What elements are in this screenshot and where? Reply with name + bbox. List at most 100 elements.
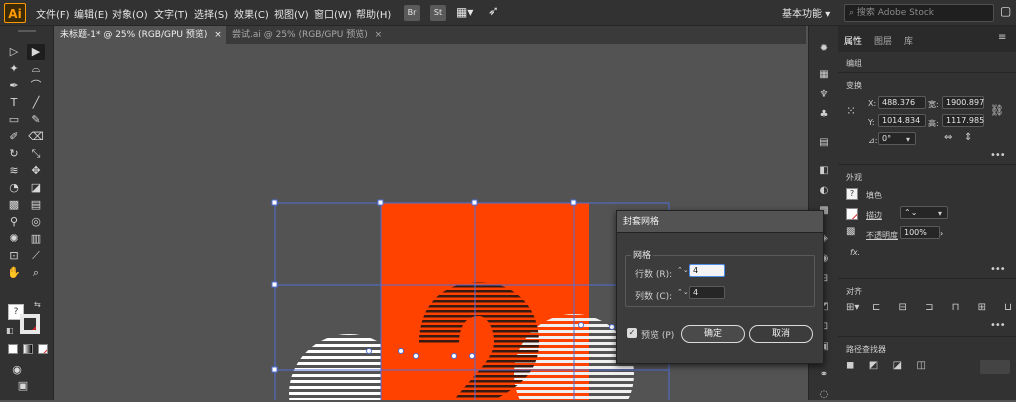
rotate-field[interactable]: 0° xyxy=(878,132,916,145)
gradient-icon[interactable] xyxy=(23,344,33,354)
opacity-label[interactable]: 不透明度 xyxy=(866,230,898,241)
draw-normal-icon[interactable]: ◉ xyxy=(8,362,26,378)
arrange-documents-icon[interactable]: ▦▾ xyxy=(456,5,473,19)
line-tool-icon[interactable]: ╱ xyxy=(27,95,45,111)
symbols-icon[interactable]: ♣ xyxy=(816,108,832,122)
align-hcenter-icon[interactable]: ⊟ xyxy=(899,302,907,313)
stroke-panel-icon[interactable]: ▤ xyxy=(816,136,832,150)
align-top-icon[interactable]: ⊓ xyxy=(952,302,960,313)
type-tool-icon[interactable]: T xyxy=(5,95,23,111)
stroke-swatch[interactable] xyxy=(20,314,40,334)
expand-button[interactable] xyxy=(980,360,1010,374)
flip-vertical-icon[interactable]: ⇕ xyxy=(964,132,972,143)
pencil-tool-icon[interactable]: ✎ xyxy=(27,112,45,128)
lasso-icon[interactable]: ⌓ xyxy=(27,61,45,77)
artboard-tool-icon[interactable]: ⊡ xyxy=(5,248,23,264)
window-restore-icon[interactable]: ▢ xyxy=(1000,4,1011,18)
unite-icon[interactable]: ◼ xyxy=(846,360,854,371)
align-to-icon[interactable]: ⊞▾ xyxy=(846,302,859,313)
shape-builder-icon[interactable]: ◔ xyxy=(5,180,23,196)
chevron-down-icon[interactable]: ▾ xyxy=(938,209,942,218)
paintbrush-icon[interactable]: ✐ xyxy=(5,129,23,145)
rows-stepper-icon[interactable]: ⌃⌄ xyxy=(677,266,689,274)
eyedropper-icon[interactable]: ⚲ xyxy=(5,214,23,230)
close-icon[interactable]: × xyxy=(214,30,222,40)
links-panel-icon[interactable]: ⚭ xyxy=(816,368,832,382)
transparency-panel-icon[interactable]: ◐ xyxy=(816,184,832,198)
swatches-icon[interactable]: ▦ xyxy=(816,68,832,82)
columns-stepper-icon[interactable]: ⌃⌄ xyxy=(677,288,689,296)
menu-object[interactable]: 对象(O) xyxy=(112,6,148,21)
color-icon[interactable] xyxy=(8,344,18,354)
toolbar-grip[interactable] xyxy=(18,30,36,32)
columns-input[interactable]: 4 xyxy=(689,286,725,299)
align-left-icon[interactable]: ⊏ xyxy=(872,302,880,313)
intersect-icon[interactable]: ◪ xyxy=(893,360,902,371)
blend-tool-icon[interactable]: ◎ xyxy=(27,214,45,230)
slice-tool-icon[interactable]: ⟋ xyxy=(27,248,45,264)
close-icon[interactable]: × xyxy=(375,30,383,40)
scale-tool-icon[interactable]: ⤡ xyxy=(27,146,45,162)
x-field[interactable]: 488.376 xyxy=(878,96,926,109)
constrain-proportions-icon[interactable]: ⛓ xyxy=(990,104,1004,117)
tab-layers[interactable]: 图层 xyxy=(874,34,892,47)
eraser-icon[interactable]: ⌫ xyxy=(27,129,45,145)
curvature-tool-icon[interactable]: ⌒ xyxy=(27,78,45,94)
tab-libraries[interactable]: 库 xyxy=(904,34,913,47)
direct-selection-tool-icon[interactable]: ▷ xyxy=(5,44,23,60)
more-options-icon[interactable]: ••• xyxy=(990,150,1006,161)
align-bottom-icon[interactable]: ⊔ xyxy=(1004,302,1012,313)
chevron-down-icon[interactable]: ▾ xyxy=(906,135,910,144)
hand-tool-icon[interactable]: ✋ xyxy=(5,265,23,281)
align-right-icon[interactable]: ⊐ xyxy=(925,302,933,313)
selection-tool-icon[interactable]: ▶ xyxy=(27,44,45,60)
gpu-rocket-icon[interactable]: ➶ xyxy=(488,4,499,19)
brushes-icon[interactable]: ♆ xyxy=(816,88,832,102)
stroke-swatch[interactable] xyxy=(846,208,858,220)
gradient-tool-icon[interactable]: ▤ xyxy=(27,197,45,213)
width-field[interactable]: 1900.897 xyxy=(942,96,984,109)
mesh-tool-icon[interactable]: ▩ xyxy=(5,197,23,213)
opacity-chevron-icon[interactable]: › xyxy=(940,229,943,238)
column-graph-icon[interactable]: ▥ xyxy=(27,231,45,247)
rows-input[interactable]: 4 xyxy=(689,264,725,277)
rectangle-tool-icon[interactable]: ▭ xyxy=(5,112,23,128)
stroke-label[interactable]: 描边 xyxy=(866,210,882,221)
more-options-icon[interactable]: ••• xyxy=(990,320,1006,331)
menu-file[interactable]: 文件(F) xyxy=(36,6,70,21)
perspective-grid-icon[interactable]: ◪ xyxy=(27,180,45,196)
stock-icon[interactable]: St xyxy=(430,5,446,21)
fx-button[interactable]: fx. xyxy=(850,248,860,257)
workspace-switcher[interactable]: 基本功能 ▾ xyxy=(782,5,830,20)
bridge-icon[interactable]: Br xyxy=(404,5,420,21)
color-guide-icon[interactable]: ✹ xyxy=(816,42,832,56)
swap-colors-icon[interactable]: ⇆ xyxy=(34,300,41,309)
dialog-title[interactable]: 封套网格 xyxy=(617,211,823,233)
menu-edit[interactable]: 编辑(E) xyxy=(74,6,108,21)
zoom-tool-icon[interactable]: ⌕ xyxy=(27,265,45,281)
exclude-icon[interactable]: ◫ xyxy=(917,360,926,371)
menu-view[interactable]: 视图(V) xyxy=(274,6,309,21)
tab-untitled[interactable]: 未标题-1* @ 25% (RGB/GPU 预览) × xyxy=(54,26,226,44)
opacity-field[interactable]: 100% xyxy=(900,226,940,239)
minus-front-icon[interactable]: ◩ xyxy=(869,360,878,371)
menu-effect[interactable]: 效果(C) xyxy=(234,6,269,21)
menu-window[interactable]: 窗口(W) xyxy=(314,6,352,21)
gradient-panel-icon[interactable]: ◧ xyxy=(816,164,832,178)
height-field[interactable]: 1117.985 xyxy=(942,114,984,127)
default-colors-icon[interactable]: ◧ xyxy=(6,326,14,335)
width-tool-icon[interactable]: ≋ xyxy=(5,163,23,179)
panel-menu-icon[interactable]: ≡ xyxy=(998,32,1006,43)
fill-swatch[interactable]: ? xyxy=(846,188,858,200)
reference-point-icon[interactable]: ⁙ xyxy=(846,104,856,118)
rotate-tool-icon[interactable]: ↻ xyxy=(5,146,23,162)
none-icon[interactable] xyxy=(38,344,48,354)
tab-trial[interactable]: 尝试.ai @ 25% (RGB/GPU 预览) × xyxy=(226,26,390,44)
screen-mode-icon[interactable]: ▣ xyxy=(14,378,32,394)
ok-button[interactable]: 确定 xyxy=(681,325,745,343)
menu-help[interactable]: 帮助(H) xyxy=(356,6,391,21)
tab-properties[interactable]: 属性 xyxy=(844,34,862,47)
symbol-sprayer-icon[interactable]: ✺ xyxy=(5,231,23,247)
search-stock-input[interactable]: ⌕ 搜索 Adobe Stock xyxy=(844,4,994,22)
y-field[interactable]: 1014.834 xyxy=(878,114,926,127)
